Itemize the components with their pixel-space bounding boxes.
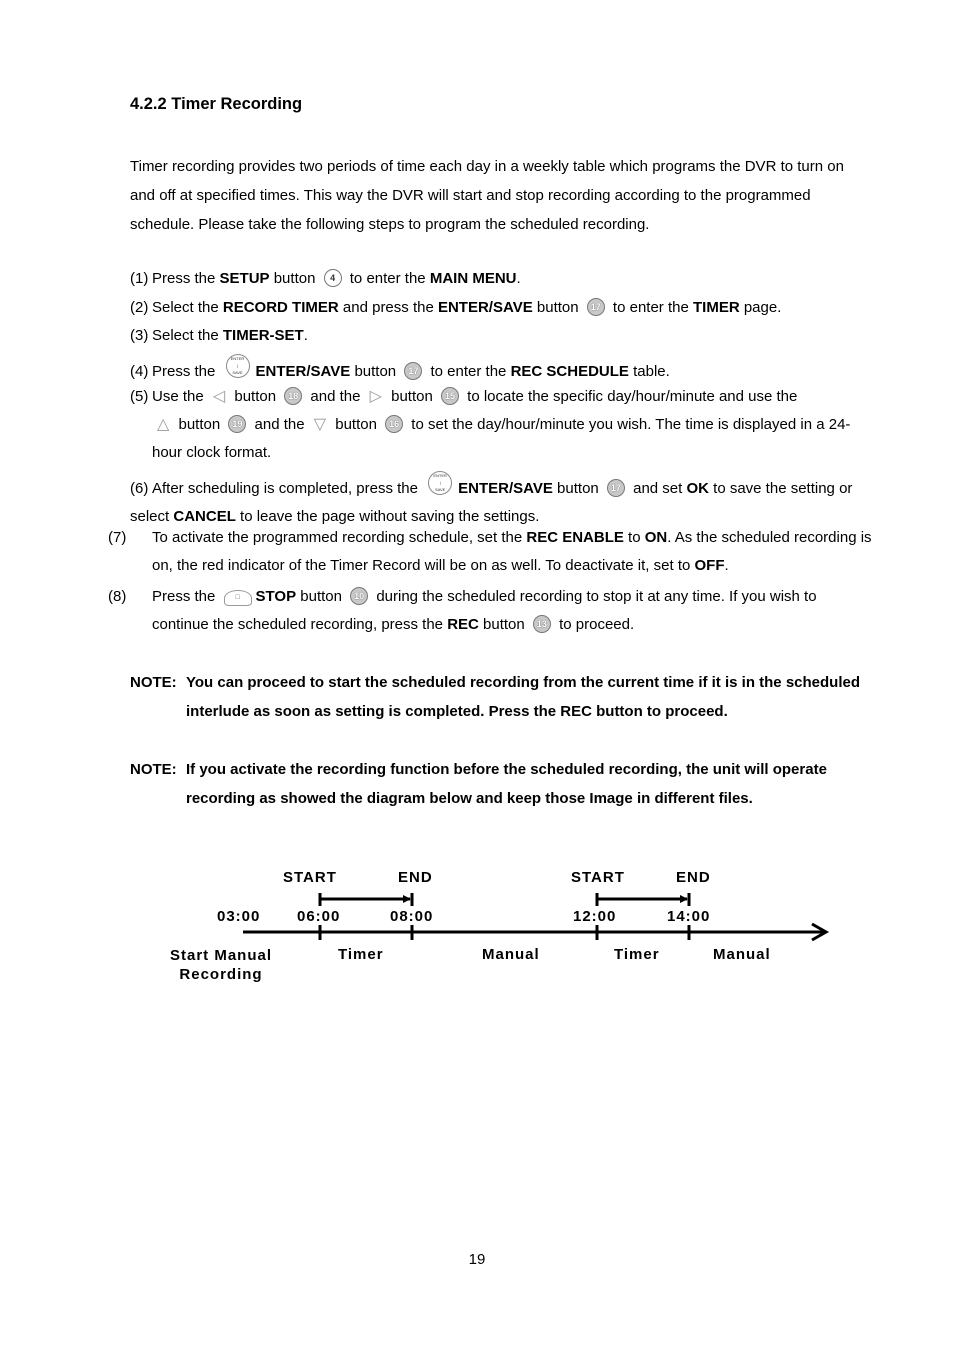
button-4-icon: 4 bbox=[323, 269, 342, 287]
button-18-icon: 18 bbox=[284, 387, 303, 405]
button-16-icon: 16 bbox=[385, 415, 404, 433]
note-2: NOTE: If you activate the recording funct… bbox=[130, 761, 827, 807]
segment-label: Manual bbox=[482, 946, 540, 963]
stop-icon: □ bbox=[223, 590, 252, 606]
step-2: (2) Select the RECORD TIMER and press the… bbox=[130, 298, 782, 316]
segment-label: Manual bbox=[713, 946, 771, 963]
marker-start-1: START bbox=[283, 869, 337, 886]
enter-save-icon: ENTER | SAVE bbox=[225, 354, 250, 378]
time-label: 06:00 bbox=[297, 908, 341, 925]
page-number: 19 bbox=[468, 1251, 486, 1268]
step-3: (3) Select the TIMER-SET. bbox=[130, 327, 308, 344]
step-6: (6) After scheduling is completed, press … bbox=[130, 471, 853, 525]
right-arrow-icon: ▷ bbox=[369, 388, 382, 405]
down-arrow-icon: ▽ bbox=[313, 416, 327, 433]
timeline-svg bbox=[243, 893, 830, 942]
step-4: (4) Press the ENTER | SAVE ENTER/SAVE button… bbox=[130, 354, 670, 380]
note-1: NOTE: You can proceed to start the schedu… bbox=[130, 674, 861, 720]
button-10-icon: 10 bbox=[350, 587, 369, 605]
section-heading: 4.2.2 Timer Recording bbox=[130, 95, 303, 113]
segment-label: Timer bbox=[338, 946, 384, 963]
step-7: (7) To activate the programmed recording … bbox=[108, 529, 872, 574]
timer-span-2 bbox=[595, 893, 691, 906]
marker-end-2: END bbox=[676, 869, 711, 886]
marker-start-2: START bbox=[571, 869, 625, 886]
left-arrow-icon: ◁ bbox=[212, 388, 226, 405]
timer-span-1 bbox=[318, 893, 414, 906]
button-13-icon: 13 bbox=[532, 615, 551, 633]
step-8: (8) Press the □ STOP button 10 during the … bbox=[108, 587, 817, 633]
segment-label: Start Manual Recording bbox=[169, 947, 272, 983]
button-17-icon: 17 bbox=[586, 298, 605, 316]
timer-diagram: START END START END 03:00 06:00 08:00 12… bbox=[0, 860, 954, 1000]
segment-label: Timer bbox=[614, 946, 660, 963]
button-17-icon: 17 bbox=[606, 479, 625, 497]
step-5: (5) Use the ◁ button 18 and the ▷ button … bbox=[130, 383, 870, 467]
time-label: 08:00 bbox=[390, 908, 434, 925]
up-arrow-icon: △ bbox=[157, 416, 170, 433]
time-label: 14:00 bbox=[667, 908, 711, 925]
time-label: 03:00 bbox=[217, 908, 261, 925]
button-17-icon: 17 bbox=[404, 362, 423, 380]
step-1: (1) Press the SETUP button 4 to enter the… bbox=[130, 269, 521, 287]
button-19-icon: 19 bbox=[228, 415, 247, 433]
button-15-icon: 15 bbox=[440, 387, 459, 405]
time-label: 12:00 bbox=[573, 908, 617, 925]
intro-paragraph: Timer recording provides two periods of … bbox=[130, 158, 844, 233]
enter-save-icon: ENTER | SAVE bbox=[428, 471, 453, 495]
marker-end-1: END bbox=[398, 869, 433, 886]
